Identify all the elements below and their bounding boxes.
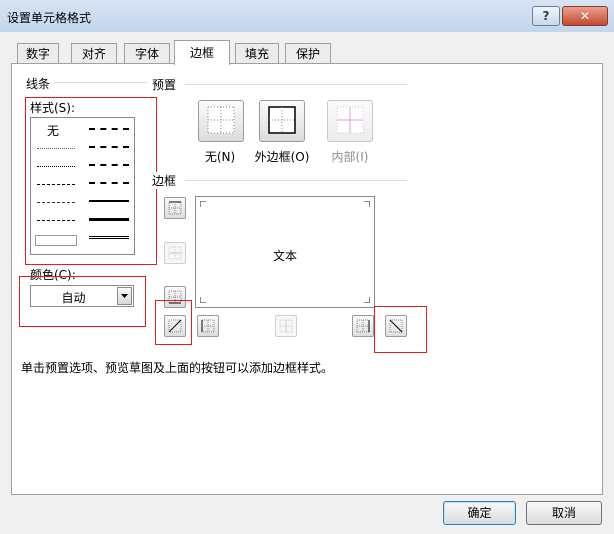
tab-font[interactable]: 字体 [124, 43, 170, 64]
preset-inside-label[interactable]: 内部(I) [324, 148, 376, 165]
line-section-title: 线条 [26, 75, 55, 92]
border-section-separator [185, 180, 407, 181]
tab-alignment[interactable]: 对齐 [71, 43, 117, 64]
border-inside-vertical-button[interactable] [275, 315, 297, 337]
highlight-diagonal-down [374, 306, 427, 353]
border-preview[interactable]: 文本 [195, 196, 375, 308]
title-bar [0, 0, 614, 32]
preview-corner-mark [200, 297, 206, 303]
preset-section-separator [185, 84, 407, 85]
tab-protection[interactable]: 保护 [285, 43, 331, 64]
help-button[interactable]: ? [532, 6, 560, 26]
preset-outline-label[interactable]: 外边框(O) [250, 148, 314, 165]
preview-corner-mark [200, 201, 206, 207]
tab-border[interactable]: 边框 [174, 40, 230, 65]
preset-section-title: 预置 [152, 76, 181, 93]
tab-fill[interactable]: 填充 [235, 43, 279, 64]
highlight-color-box [19, 276, 146, 327]
preset-outline-button[interactable] [259, 100, 305, 142]
ok-button[interactable]: 确定 [443, 501, 516, 525]
preview-text: 文本 [272, 249, 297, 263]
preset-none-icon [207, 106, 235, 134]
preset-none-label[interactable]: 无(N) [194, 148, 246, 165]
preview-corner-mark [364, 297, 370, 303]
preset-inside-icon [336, 106, 364, 134]
tab-number[interactable]: 数字 [17, 43, 59, 64]
preset-none-button[interactable] [198, 100, 244, 142]
highlight-style-box [25, 97, 157, 265]
preview-corner-mark [364, 201, 370, 207]
border-inside-horizontal-button[interactable] [164, 242, 186, 264]
border-inside-vertical-icon [279, 319, 293, 333]
cancel-button[interactable]: 取消 [526, 501, 602, 525]
preset-outline-icon [268, 106, 296, 134]
border-top-icon [168, 201, 182, 215]
border-right-button[interactable] [352, 315, 374, 337]
border-inside-horizontal-icon [168, 246, 182, 260]
hint-text: 单击预置选项、预览草图及上面的按钮可以添加边框样式。 [21, 361, 334, 375]
border-left-icon [201, 319, 215, 333]
border-section-title: 边框 [152, 172, 181, 189]
border-right-icon [356, 319, 370, 333]
preset-inside-button[interactable] [327, 100, 373, 142]
border-left-button[interactable] [197, 315, 219, 337]
close-button[interactable]: ✕ [562, 6, 608, 26]
highlight-diagonal-up [155, 300, 192, 345]
border-top-button[interactable] [164, 197, 186, 219]
window-title: 设置单元格格式 [7, 11, 92, 25]
